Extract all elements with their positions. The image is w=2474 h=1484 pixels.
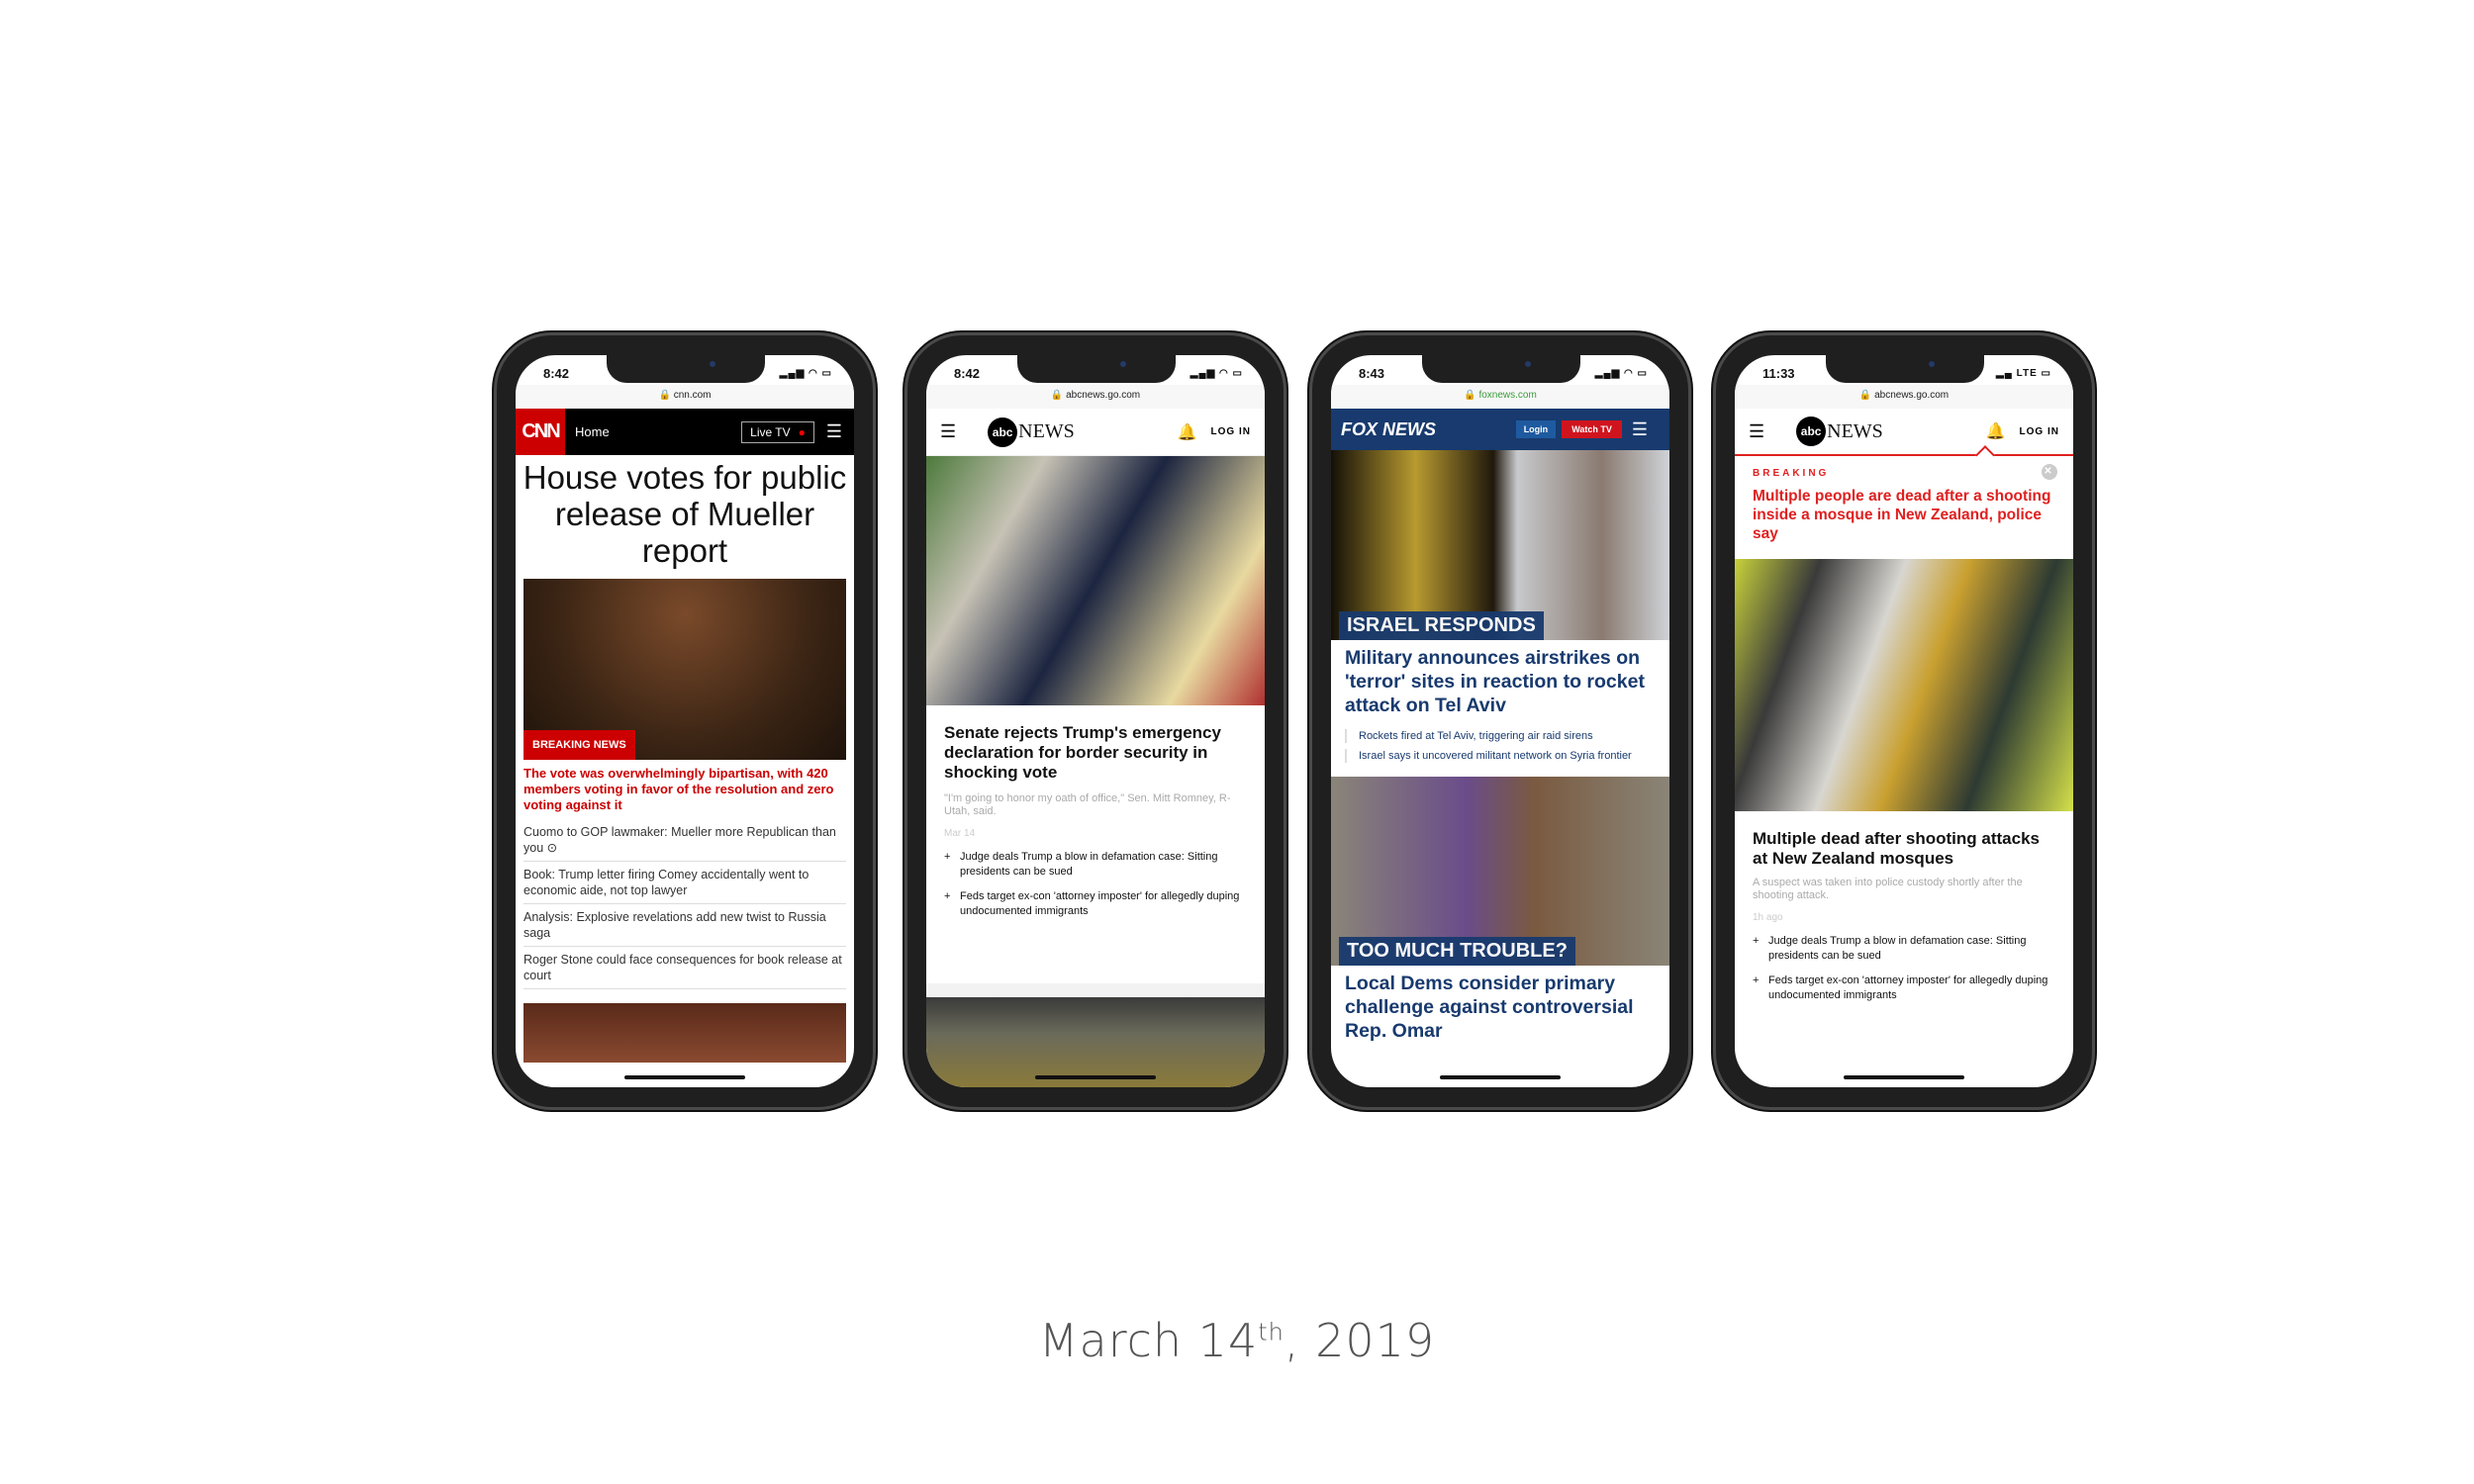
live-tv-label: Live TV [750, 424, 791, 439]
headline-image[interactable]: BREAKING NEWS [523, 579, 846, 760]
url-text: cnn.com [673, 390, 712, 401]
phone-abc-breaking: 11:33 ▂▄ LTE ▭ 🔒 abcnews.go.com ☰ abc NEWS… [1713, 332, 2095, 1110]
bell-icon[interactable]: 🔔 [1986, 421, 2006, 441]
headline-summary: "I'm going to honor my oath of office," … [944, 792, 1231, 817]
signal-wifi-battery-icon: ▂▄▆ ◠ ▭ [1594, 367, 1648, 379]
url-bar[interactable]: 🔒 abcnews.go.com [1735, 385, 2073, 409]
abc-logo-text: NEWS [1827, 419, 1883, 442]
phone-cnn: 8:42 ▂▄▆ ◠ ▭ 🔒 cnn.com CNN Home Live TV ● … [494, 332, 876, 1110]
cnn-nav: CNN Home Live TV ● ☰ [516, 409, 854, 455]
cnn-screen: 8:42 ▂▄▆ ◠ ▭ 🔒 cnn.com CNN Home Live TV ● … [516, 355, 854, 1087]
url-text: foxnews.com [1478, 390, 1537, 401]
kicker-label: TOO MUCH TROUBLE? [1339, 937, 1575, 966]
abc-nav: ☰ abc NEWS 🔔 LOG IN [1735, 409, 2073, 456]
abc-logo-circle: abc [988, 417, 1018, 447]
notch [607, 355, 765, 383]
bell-icon[interactable]: 🔔 [1178, 422, 1197, 442]
fox-nav: FOX NEWS Login Watch TV ☰ [1331, 409, 1669, 450]
menu-icon[interactable]: ☰ [826, 421, 842, 442]
kicker-label: ISRAEL RESPONDS [1339, 611, 1544, 640]
status-time: 8:43 [1359, 365, 1385, 381]
caption-suffix: th [1258, 1318, 1285, 1346]
live-dot-icon: ● [798, 424, 806, 439]
abc-news-logo[interactable]: abc NEWS [988, 417, 1177, 447]
notch [1826, 355, 1984, 383]
abc-logo-circle: abc [1796, 417, 1827, 446]
related-link[interactable]: Feds target ex-con 'attorney imposter' f… [1735, 969, 2073, 1008]
headline[interactable]: Military announces airstrikes on 'terror… [1331, 640, 1669, 723]
abc-logo-text: NEWS [1018, 420, 1075, 442]
breaking-headline[interactable]: Multiple people are dead after a shootin… [1735, 479, 2073, 559]
home-indicator[interactable] [624, 1075, 745, 1079]
story-image[interactable] [523, 1003, 846, 1063]
list-item[interactable]: Cuomo to GOP lawmaker: Mueller more Repu… [523, 819, 846, 862]
signal-wifi-battery-icon: ▂▄▆ ◠ ▭ [779, 367, 832, 379]
caption-month-day: March 14 [1038, 1314, 1259, 1367]
headline-image[interactable]: ISRAEL RESPONDS [1331, 450, 1669, 640]
menu-icon[interactable]: ☰ [1749, 421, 1764, 442]
abc-news-logo[interactable]: abc NEWS [1796, 417, 1985, 446]
signal-battery-icon: ▂▄ LTE ▭ [1996, 367, 2051, 379]
close-icon[interactable]: ✕ [2042, 464, 2057, 480]
abc-screen: 8:42 ▂▄▆ ◠ ▭ 🔒 abcnews.go.com ☰ abc NEWS 🔔… [926, 355, 1265, 1087]
related-link[interactable]: Judge deals Trump a blow in defamation c… [1735, 929, 2073, 969]
menu-icon[interactable]: ☰ [940, 421, 956, 442]
status-time: 8:42 [543, 365, 570, 381]
login-button[interactable]: LOG IN [1211, 426, 1251, 437]
headline-image[interactable] [1735, 559, 2073, 811]
login-button[interactable]: Login [1515, 420, 1557, 438]
caption-year: , 2019 [1284, 1314, 1436, 1367]
related-link[interactable]: Rockets fired at Tel Aviv, triggering ai… [1345, 729, 1656, 743]
story-image[interactable]: TOO MUCH TROUBLE? [1331, 777, 1669, 966]
menu-icon[interactable]: ☰ [1632, 419, 1648, 440]
phone-abc: 8:42 ▂▄▆ ◠ ▭ 🔒 abcnews.go.com ☰ abc NEWS 🔔… [904, 332, 1286, 1110]
live-tv-button[interactable]: Live TV ● [741, 420, 814, 443]
headline-summary: A suspect was taken into police custody … [1753, 877, 2023, 901]
fox-news-logo[interactable]: FOX NEWS [1341, 419, 1516, 440]
list-item[interactable]: Book: Trump letter firing Comey accident… [523, 862, 846, 904]
fox-screen: 8:43 ▂▄▆ ◠ ▭ 🔒 foxnews.com FOX NEWS Login… [1331, 355, 1669, 1087]
url-bar[interactable]: 🔒 foxnews.com [1331, 385, 1669, 409]
breaking-text: BREAKING [1753, 468, 1830, 479]
phone-fox: 8:43 ▂▄▆ ◠ ▭ 🔒 foxnews.com FOX NEWS Login… [1309, 332, 1691, 1110]
related-link[interactable]: Israel says it uncovered militant networ… [1345, 749, 1656, 763]
url-text: abcnews.go.com [1874, 390, 1950, 401]
related-link[interactable]: Judge deals Trump a blow in defamation c… [926, 845, 1265, 884]
abc-breaking-screen: 11:33 ▂▄ LTE ▭ 🔒 abcnews.go.com ☰ abc NEWS… [1735, 355, 2073, 1087]
home-indicator[interactable] [1440, 1075, 1561, 1079]
signal-wifi-battery-icon: ▂▄▆ ◠ ▭ [1189, 367, 1243, 379]
list-item[interactable]: Analysis: Explosive revelations add new … [523, 904, 846, 947]
status-time: 11:33 [1762, 365, 1795, 381]
notch [1017, 355, 1176, 383]
breaking-summary[interactable]: The vote was overwhelmingly bipartisan, … [516, 760, 854, 819]
headline[interactable]: Multiple dead after shooting attacks at … [1735, 811, 2073, 873]
notch [1422, 355, 1580, 383]
home-indicator[interactable] [1844, 1075, 1964, 1079]
nav-home[interactable]: Home [575, 424, 741, 439]
status-time: 8:42 [954, 365, 981, 381]
date-caption: March 14th, 2019 [0, 1314, 2474, 1367]
url-bar[interactable]: 🔒 cnn.com [516, 385, 854, 409]
cnn-logo[interactable]: CNN [516, 409, 565, 455]
watch-tv-button[interactable]: Watch TV [1562, 420, 1622, 438]
breaking-label: BREAKING ✕ [1735, 456, 2073, 480]
network-type: LTE [2016, 367, 2038, 379]
home-indicator[interactable] [1035, 1075, 1156, 1079]
timestamp: Mar 14 [944, 828, 976, 839]
headline[interactable]: Local Dems consider primary challenge ag… [1331, 966, 1669, 1049]
video-thumbnail[interactable] [926, 983, 1265, 1087]
headline-image[interactable] [926, 456, 1265, 705]
url-bar[interactable]: 🔒 abcnews.go.com [926, 385, 1265, 409]
headline[interactable]: House votes for public release of Muelle… [516, 455, 854, 575]
list-item[interactable]: Roger Stone could face consequences for … [523, 947, 846, 989]
timestamp: 1h ago [1753, 912, 1783, 923]
abc-nav: ☰ abc NEWS 🔔 LOG IN [926, 409, 1265, 456]
breaking-news-badge: BREAKING NEWS [523, 730, 635, 760]
related-link[interactable]: Feds target ex-con 'attorney imposter' f… [926, 884, 1265, 924]
login-button[interactable]: LOG IN [2020, 426, 2059, 437]
headline[interactable]: Senate rejects Trump's emergency declara… [926, 705, 1265, 788]
url-text: abcnews.go.com [1066, 390, 1141, 401]
